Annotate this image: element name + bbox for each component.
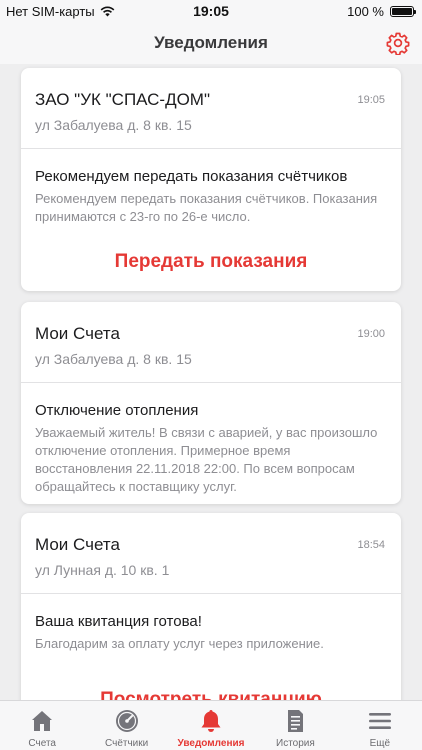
tab-label: Ещё xyxy=(369,738,391,749)
notification-card[interactable]: ЗАО "УК "СПАС-ДОМ" ул Забалуева д. 8 кв.… xyxy=(21,68,401,291)
card-time: 19:00 xyxy=(357,328,385,340)
card-header: ЗАО "УК "СПАС-ДОМ" ул Забалуева д. 8 кв.… xyxy=(21,68,401,149)
notification-card[interactable]: Мои Счета ул Забалуева д. 8 кв. 15 19:00… xyxy=(21,302,401,504)
card-message: Уважаемый житель! В связи с аварией, у в… xyxy=(35,425,378,494)
card-time: 18:54 xyxy=(357,539,385,551)
card-org: ЗАО "УК "СПАС-ДОМ" xyxy=(35,90,211,109)
home-icon xyxy=(32,711,53,731)
tab-more[interactable]: Ещё xyxy=(338,701,422,750)
card-time: 19:05 xyxy=(357,94,385,106)
settings-button[interactable] xyxy=(386,31,410,56)
gear-icon xyxy=(386,32,410,56)
document-icon xyxy=(288,710,304,732)
menu-icon xyxy=(368,713,391,729)
tab-accounts[interactable]: Счета xyxy=(0,701,84,750)
gauge-icon xyxy=(115,710,138,732)
tab-label: Счётчики xyxy=(105,738,149,749)
nav-bar: Уведомления xyxy=(0,22,422,64)
tab-history[interactable]: История xyxy=(253,701,337,750)
card-message: Рекомендуем передать показания счётчиков… xyxy=(35,191,378,224)
submit-readings-button[interactable]: Передать показания xyxy=(21,251,401,273)
card-body: Рекомендуем передать показания счётчиков… xyxy=(21,149,401,226)
card-subject: Отключение отопления xyxy=(35,402,199,419)
card-body: Ваша квитанция готова! Благодарим за опл… xyxy=(21,594,401,653)
card-header: Мои Счета ул Лунная д. 10 кв. 1 18:54 xyxy=(21,513,401,594)
tab-label: История xyxy=(276,738,315,749)
tab-bar: Счета Счётчики Уведомления История Ещё xyxy=(0,700,422,750)
status-bar: Нет SIM-карты 19:05 100 % xyxy=(0,0,422,22)
battery-icon xyxy=(390,6,416,17)
page-title: Уведомления xyxy=(154,33,268,52)
card-org: Мои Счета xyxy=(35,535,120,554)
card-header: Мои Счета ул Забалуева д. 8 кв. 15 19:00 xyxy=(21,302,401,383)
card-address: ул Лунная д. 10 кв. 1 xyxy=(35,562,170,578)
battery-label: 100 % xyxy=(347,4,384,19)
card-subject: Ваша квитанция готова! xyxy=(35,613,202,630)
bell-icon xyxy=(201,710,221,732)
card-address: ул Забалуева д. 8 кв. 15 xyxy=(35,351,192,367)
tab-label: Уведомления xyxy=(177,738,245,749)
tab-meters[interactable]: Счётчики xyxy=(84,701,168,750)
notification-list[interactable]: ЗАО "УК "СПАС-ДОМ" ул Забалуева д. 8 кв.… xyxy=(0,64,422,700)
tab-label: Счета xyxy=(28,738,56,749)
card-subject: Рекомендуем передать показания счётчиков xyxy=(35,168,348,185)
view-receipt-button[interactable]: Посмотреть квитанцию xyxy=(21,689,401,700)
card-body: Отключение отопления Уважаемый житель! В… xyxy=(21,383,401,496)
card-address: ул Забалуева д. 8 кв. 15 xyxy=(35,117,192,133)
tab-notifications[interactable]: Уведомления xyxy=(169,701,253,750)
card-org: Мои Счета xyxy=(35,324,120,343)
card-message: Благодарим за оплату услуг через приложе… xyxy=(35,636,324,651)
notification-card[interactable]: Мои Счета ул Лунная д. 10 кв. 1 18:54 Ва… xyxy=(21,513,401,700)
status-right: 100 % xyxy=(347,4,416,19)
